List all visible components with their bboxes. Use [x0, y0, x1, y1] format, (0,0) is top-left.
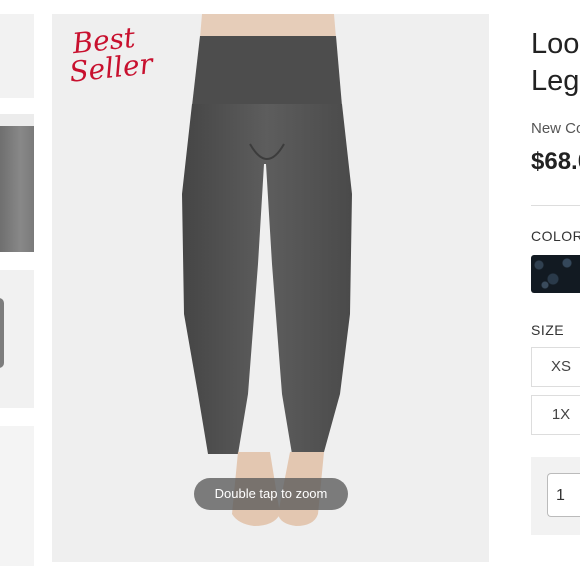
quantity-input[interactable]: 1 — [547, 473, 580, 517]
thumbnail-1[interactable] — [0, 14, 34, 98]
thumbnail-4[interactable] — [0, 426, 34, 566]
zoom-hint: Double tap to zoom — [194, 478, 348, 510]
best-seller-badge: Best Seller — [67, 21, 157, 90]
product-title-line-1: Loo — [531, 28, 580, 60]
product-details-panel: Loo Legg New Co $68.0 COLOR SIZE XS 1X 1 — [531, 0, 580, 580]
badge-line-2: Seller — [67, 47, 155, 89]
price: $68.0 — [531, 148, 580, 175]
size-option-1x[interactable]: 1X — [531, 395, 580, 435]
thumbnail-2[interactable] — [0, 114, 34, 252]
color-swatch[interactable] — [531, 255, 580, 293]
color-label: COLOR — [531, 228, 580, 244]
quantity-bar: 1 — [531, 457, 580, 535]
product-title: Loo Legg — [531, 26, 580, 100]
product-main-image[interactable]: Best Seller Double tap to zoom — [52, 14, 489, 562]
thumbnail-strip — [0, 0, 36, 580]
size-label: SIZE — [531, 322, 565, 338]
collection-label: New Co — [531, 120, 580, 137]
size-option-xs[interactable]: XS — [531, 347, 580, 387]
thumbnail-3[interactable] — [0, 270, 34, 408]
divider — [531, 205, 580, 206]
product-title-line-2: Legg — [531, 65, 580, 97]
